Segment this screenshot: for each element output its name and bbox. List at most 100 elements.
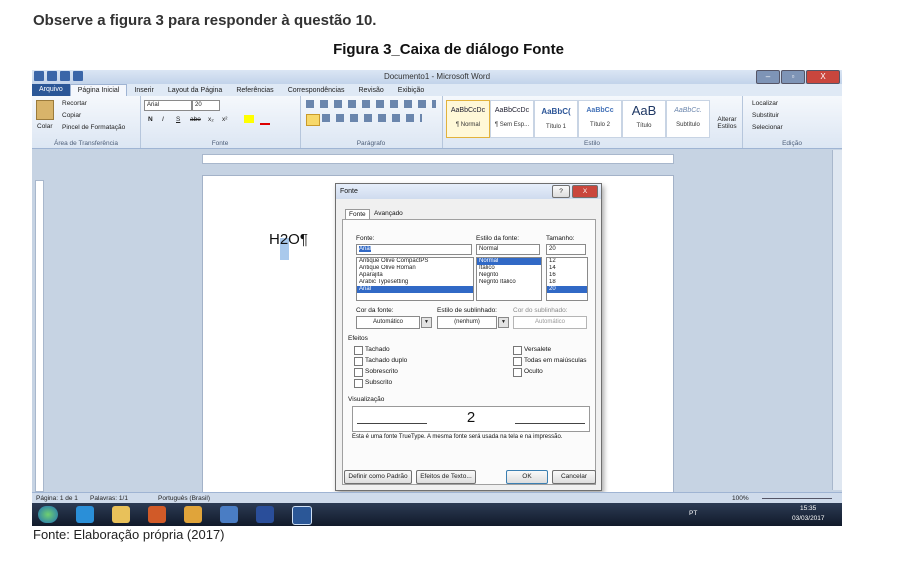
cut-button[interactable]: Recortar (62, 100, 87, 107)
minimize-button[interactable]: – (756, 70, 780, 84)
status-words[interactable]: Palavras: 1/1 (90, 495, 128, 502)
paragraph-buttons-icon[interactable] (322, 114, 422, 122)
small-caps-checkbox[interactable] (513, 346, 522, 355)
start-icon[interactable] (38, 506, 58, 523)
underline-style-select[interactable]: (nenhum) (437, 316, 497, 329)
vertical-ruler[interactable] (35, 180, 44, 492)
list-item[interactable]: 20 (547, 286, 587, 293)
list-item[interactable]: Itálico (477, 265, 541, 272)
tab-exibicao[interactable]: Exibição (391, 87, 431, 94)
style-heading-1[interactable]: AaBbC(Título 1 (534, 100, 578, 138)
list-item[interactable]: Antique Olive CompactPS (357, 258, 473, 265)
replace-button[interactable]: Substituir (752, 112, 779, 119)
list-item[interactable]: Negrito (477, 272, 541, 279)
highlight-icon[interactable] (244, 115, 254, 123)
dialog-tab-fonte[interactable]: Fonte (345, 209, 370, 219)
dialog-tab-avancado[interactable]: Avançado (374, 210, 403, 217)
status-page[interactable]: Página: 1 de 1 (36, 495, 78, 502)
font-input[interactable]: Arial (356, 244, 472, 255)
tab-revisao[interactable]: Revisão (352, 87, 391, 94)
strikethrough-checkbox[interactable] (354, 346, 363, 355)
cancel-button[interactable]: Cancelar (552, 470, 596, 484)
zoom-slider[interactable] (762, 498, 832, 499)
tab-pagina-inicial[interactable]: Página Inicial (69, 83, 128, 97)
subscript-checkbox[interactable] (354, 379, 363, 388)
font-size-combo[interactable]: 20 (192, 100, 220, 111)
paste-button[interactable]: Colar (37, 123, 53, 130)
style-subtitle[interactable]: AaBbCc. Subtítulo (666, 100, 710, 138)
style-title[interactable]: AaB Título (622, 100, 666, 138)
size-list[interactable]: 12 14 16 18 20 (546, 257, 588, 301)
chrome-icon[interactable] (184, 506, 202, 523)
list-item[interactable]: Antique Olive Roman (357, 265, 473, 272)
chevron-down-icon[interactable]: ▼ (421, 317, 432, 328)
tray-language[interactable]: PT (689, 510, 697, 517)
tab-arquivo[interactable]: Arquivo (32, 84, 70, 96)
list-item[interactable]: 14 (547, 265, 587, 272)
italic-button[interactable]: I (162, 116, 164, 123)
double-strikethrough-checkbox[interactable] (354, 357, 363, 366)
style-no-spacing[interactable]: AaBbCcDc ¶ Sem Esp... (490, 100, 534, 138)
bold-button[interactable]: N (148, 116, 153, 123)
list-item[interactable]: 18 (547, 279, 587, 286)
tab-inserir[interactable]: Inserir (127, 87, 160, 94)
ok-button[interactable]: OK (506, 470, 548, 484)
list-item[interactable]: 12 (547, 258, 587, 265)
dialog-close-button[interactable]: X (572, 185, 598, 198)
paste-icon[interactable] (36, 100, 54, 120)
copy-button[interactable]: Copiar (62, 112, 81, 119)
close-button[interactable]: X (806, 70, 840, 84)
font-list[interactable]: Antique Olive CompactPS Antique Olive Ro… (356, 257, 474, 301)
text-effects-button[interactable]: Efeitos de Texto... (416, 470, 476, 484)
media-player-icon[interactable] (148, 506, 166, 523)
font-style-list[interactable]: Normal Itálico Negrito Negrito Itálico (476, 257, 542, 301)
align-left-icon[interactable] (306, 114, 320, 126)
list-item[interactable]: Normal (477, 258, 541, 265)
status-zoom[interactable]: 100% (732, 495, 749, 502)
strikethrough-button[interactable]: abe (190, 116, 201, 123)
list-item[interactable]: Arial (357, 286, 473, 293)
list-buttons-icon[interactable] (306, 100, 436, 108)
status-language[interactable]: Português (Brasil) (158, 495, 210, 502)
font-name-combo[interactable]: Arial (144, 100, 192, 111)
word-taskbar-icon[interactable] (292, 506, 312, 525)
style-normal[interactable]: AaBbCcDc ¶ Normal (446, 100, 490, 138)
document-text[interactable]: H2O¶ (269, 231, 308, 248)
font-style-input[interactable]: Normal (476, 244, 540, 255)
set-default-button[interactable]: Definir como Padrão (344, 470, 412, 484)
folder-icon[interactable] (112, 506, 130, 523)
underline-button[interactable]: S (176, 116, 180, 123)
list-item[interactable]: Aparajita (357, 272, 473, 279)
tab-layout[interactable]: Layout da Página (161, 87, 230, 94)
vertical-scrollbar[interactable] (832, 150, 842, 490)
help-button[interactable]: ? (552, 185, 570, 198)
list-item[interactable]: Negrito Itálico (477, 279, 541, 286)
list-item[interactable]: 16 (547, 272, 587, 279)
font-color-select[interactable]: Automático (356, 316, 420, 329)
all-caps-checkbox[interactable] (513, 357, 522, 366)
tab-referencias[interactable]: Referências (229, 87, 280, 94)
subscript-button[interactable]: x₂ (208, 116, 214, 123)
all-caps-label: Todas em maiúsculas (524, 357, 587, 364)
font-color-icon[interactable] (260, 115, 270, 125)
underline-color-select[interactable]: Automático (513, 316, 587, 329)
find-button[interactable]: Localizar (752, 100, 778, 107)
superscript-checkbox[interactable] (354, 368, 363, 377)
superscript-button[interactable]: x² (222, 116, 227, 123)
size-input[interactable]: 20 (546, 244, 586, 255)
tab-correspondencias[interactable]: Correspondências (281, 87, 352, 94)
internet-explorer-icon[interactable] (76, 506, 94, 523)
app-icon[interactable] (256, 506, 274, 523)
window-title: Documento1 - Microsoft Word (383, 72, 491, 81)
horizontal-ruler[interactable] (202, 154, 674, 164)
style-heading-2[interactable]: AaBbCc Título 2 (578, 100, 622, 138)
hidden-checkbox[interactable] (513, 368, 522, 377)
strikethrough-label: Tachado (365, 346, 390, 353)
change-styles-button[interactable]: Alterar Estilos (714, 116, 740, 130)
chevron-down-icon[interactable]: ▼ (498, 317, 509, 328)
list-item[interactable]: Arabic Typesetting (357, 279, 473, 286)
app-icon[interactable] (220, 506, 238, 523)
maximize-button[interactable]: ▫ (781, 70, 805, 84)
select-button[interactable]: Selecionar (752, 124, 783, 131)
format-painter-button[interactable]: Pincel de Formatação (62, 124, 125, 131)
